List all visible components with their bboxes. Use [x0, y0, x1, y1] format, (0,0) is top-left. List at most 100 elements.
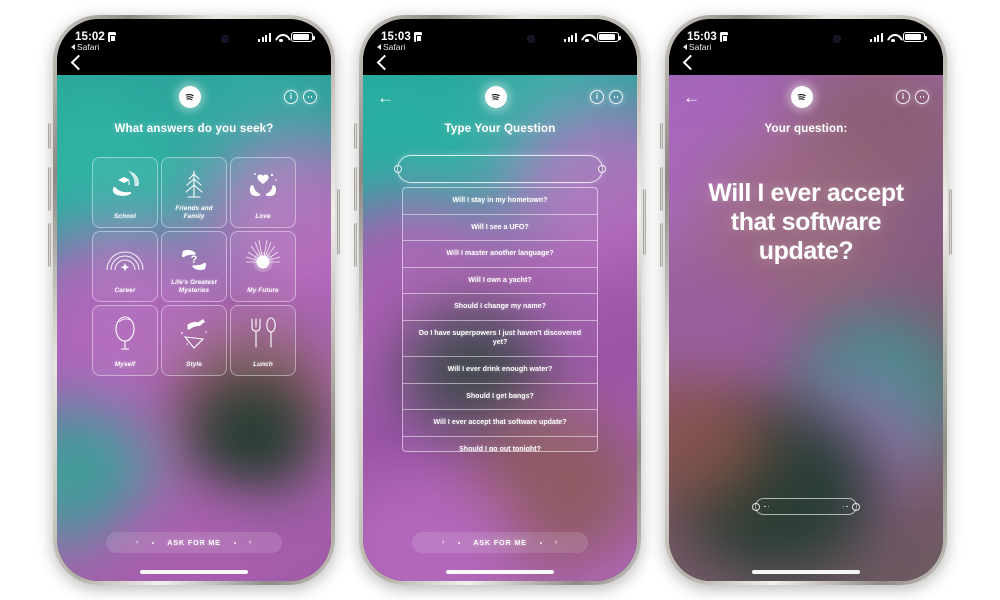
spotify-logo-icon[interactable] — [179, 86, 201, 108]
volume-up-button[interactable] — [48, 167, 51, 211]
power-button[interactable] — [337, 189, 340, 255]
suggestion-item[interactable]: Will I master another language? — [403, 241, 597, 268]
spotify-logo-icon[interactable] — [791, 86, 813, 108]
hands-heart-icon — [231, 163, 295, 207]
header-center — [727, 86, 877, 108]
category-tile-career[interactable]: Career — [92, 231, 158, 302]
lock-icon — [719, 32, 728, 42]
category-tile-friends-and-family[interactable]: Friends and Family — [161, 157, 227, 228]
silent-switch[interactable] — [660, 123, 663, 149]
volume-up-button[interactable] — [660, 167, 663, 211]
home-indicator[interactable] — [446, 570, 554, 574]
suggestion-item[interactable]: Do I have superpowers I just haven't dis… — [403, 321, 597, 357]
app-back-arrow[interactable]: ← — [377, 89, 394, 106]
spotify-logo-icon[interactable] — [485, 86, 507, 108]
suggestion-item[interactable]: Should I go out tonight? — [403, 437, 597, 451]
screenshot-stage: 15:02 Safari i What answers do you seek?… — [0, 0, 1000, 600]
phone-1: 15:02 Safari i What answers do you seek?… — [48, 15, 340, 585]
suggestion-item[interactable]: Will I ever drink enough water? — [403, 357, 597, 384]
volume-down-button[interactable] — [354, 223, 357, 267]
suggestion-item[interactable]: Will I ever accept that software update? — [403, 410, 597, 437]
suggestion-item[interactable]: Will I see a UFO? — [403, 215, 597, 242]
chevron-left-icon[interactable] — [682, 54, 699, 70]
home-indicator[interactable] — [752, 570, 860, 574]
home-indicator[interactable] — [140, 570, 248, 574]
front-camera-icon — [833, 34, 841, 43]
app-header: ← i — [669, 75, 943, 119]
more-circle-icon[interactable] — [303, 90, 317, 104]
pill-nub-right — [852, 502, 860, 511]
volume-down-button[interactable] — [660, 223, 663, 267]
chevron-left-icon[interactable] — [376, 54, 393, 70]
ask-right-mark: ‹ — [248, 539, 252, 546]
power-button[interactable] — [643, 189, 646, 255]
info-circle-icon[interactable]: i — [284, 90, 298, 104]
sparkle-hand-icon — [162, 311, 226, 355]
return-to-safari-link[interactable]: Safari — [71, 42, 99, 52]
app-back-arrow[interactable]: ← — [683, 89, 700, 106]
header-left: ← — [683, 89, 727, 106]
status-right — [870, 31, 927, 43]
lock-icon — [413, 32, 422, 42]
ask-right-mark: ‹ — [554, 539, 558, 546]
sunburst-orb-icon — [231, 237, 295, 281]
ask-dot-right — [233, 541, 236, 544]
category-label: Style — [186, 361, 202, 368]
header-right: i — [265, 90, 317, 104]
signal-bars-icon — [564, 32, 577, 42]
ask-dot-left — [458, 541, 461, 544]
phone-3: 15:03 Safari ← i Your question: Will I e… — [660, 15, 952, 585]
suggestion-list[interactable]: Will I stay in my hometown? Will I see a… — [402, 187, 598, 452]
mirror-oval-icon — [93, 311, 157, 355]
info-circle-icon[interactable]: i — [590, 90, 604, 104]
volume-down-button[interactable] — [48, 223, 51, 267]
more-circle-icon[interactable] — [915, 90, 929, 104]
ask-for-me-button[interactable]: › ASK FOR ME ‹ — [412, 532, 588, 553]
chevron-left-icon[interactable] — [70, 54, 87, 70]
dynamic-island — [458, 27, 542, 50]
hands-question-mark-icon: ? — [162, 237, 226, 281]
suggestion-item[interactable]: Should I change my name? — [403, 294, 597, 321]
hand-graduation-cap-icon — [93, 163, 157, 207]
silent-switch[interactable] — [48, 123, 51, 149]
return-app-label: Safari — [383, 42, 406, 52]
rainbow-sparkle-icon — [93, 237, 157, 281]
suggestion-item[interactable]: Should I get bangs? — [403, 384, 597, 411]
category-tile-my-future[interactable]: My Future — [230, 231, 296, 302]
category-tile-love[interactable]: Love — [230, 157, 296, 228]
return-to-safari-link[interactable]: Safari — [377, 42, 405, 52]
category-tile-lunch[interactable]: Lunch — [230, 305, 296, 376]
category-tile-myself[interactable]: Myself — [92, 305, 158, 376]
browser-bar — [669, 49, 943, 75]
category-tile-style[interactable]: Style — [161, 305, 227, 376]
input-nub-right — [598, 165, 606, 173]
volume-up-button[interactable] — [354, 167, 357, 211]
category-label: Career — [114, 287, 136, 294]
header-left: ← — [377, 89, 421, 106]
question-input[interactable] — [394, 155, 606, 183]
category-label: School — [114, 213, 136, 220]
suggestion-item[interactable]: Will I stay in my hometown? — [403, 188, 597, 215]
wifi-icon — [887, 33, 899, 42]
return-to-safari-link[interactable]: Safari — [683, 42, 711, 52]
return-app-label: Safari — [77, 42, 100, 52]
pill-dots-left — [764, 505, 770, 508]
ask-left-mark: › — [442, 539, 446, 546]
svg-text:?: ? — [191, 254, 198, 266]
back-triangle-icon — [71, 44, 75, 50]
silent-switch[interactable] — [354, 123, 357, 149]
answer-pill[interactable] — [752, 498, 860, 515]
info-circle-icon[interactable]: i — [896, 90, 910, 104]
app-header: ← i — [363, 75, 637, 119]
ask-for-me-button[interactable]: › ASK FOR ME ‹ — [106, 532, 282, 553]
suggestion-item[interactable]: Will I own a yacht? — [403, 268, 597, 295]
app-screen-3: ← i Your question: Will I ever accept th… — [669, 75, 943, 581]
category-tile-school[interactable]: School — [92, 157, 158, 228]
power-button[interactable] — [949, 189, 952, 255]
header-center — [421, 86, 571, 108]
header-center — [115, 86, 265, 108]
category-tile-lifes-greatest-mysteries[interactable]: ? Life's Greatest Mysteries — [161, 231, 227, 302]
ask-dot-left — [152, 541, 155, 544]
pine-tree-icon — [162, 163, 226, 207]
more-circle-icon[interactable] — [609, 90, 623, 104]
